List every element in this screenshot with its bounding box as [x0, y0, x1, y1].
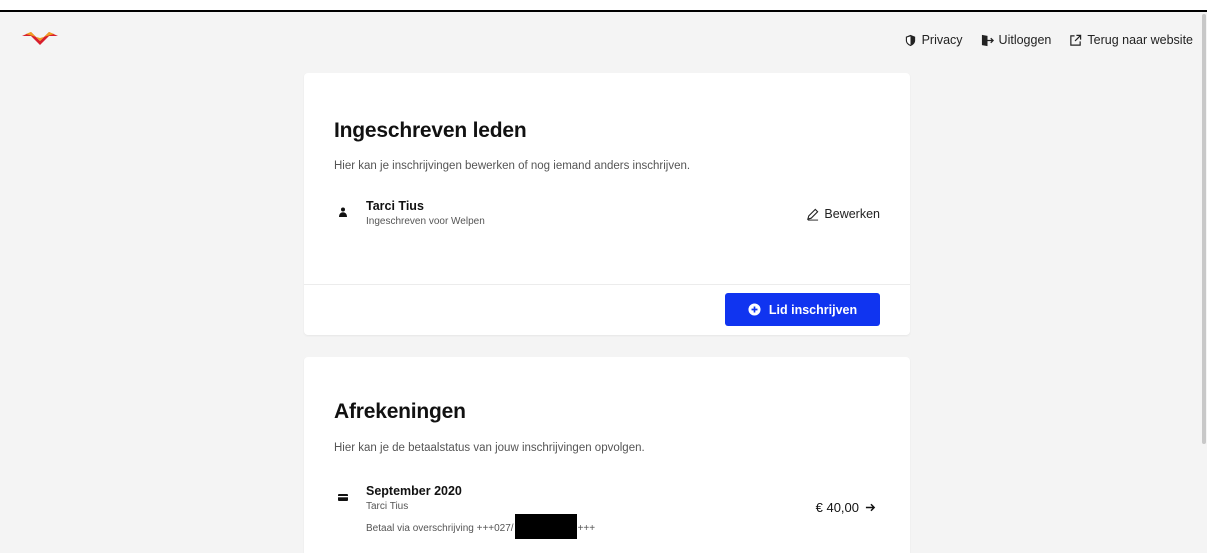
add-member-button[interactable]: Lid inschrijven	[725, 293, 880, 326]
payment-amount: € 40,00	[815, 500, 859, 515]
arrow-right-icon	[865, 503, 876, 512]
member-row: Tarci Tius Ingeschreven voor Welpen Bewe…	[334, 199, 880, 239]
scrollbar[interactable]	[1201, 14, 1207, 553]
back-to-website-label: Terug naar website	[1087, 33, 1193, 47]
logout-icon	[981, 34, 994, 46]
user-icon	[339, 207, 347, 217]
payments-card: Afrekeningen Hier kan je de betaalstatus…	[304, 357, 910, 553]
shield-icon	[905, 34, 915, 46]
scrollbar-thumb[interactable]	[1202, 14, 1206, 444]
members-card-footer: Lid inschrijven	[304, 284, 910, 335]
logout-label: Uitloggen	[998, 33, 1052, 47]
card-icon	[338, 494, 348, 501]
redacted-reference	[514, 514, 577, 539]
payment-instructions: Betaal via overschrijving +++027/ +++	[366, 514, 595, 539]
member-name: Tarci Tius	[366, 199, 424, 213]
members-card: Ingeschreven leden Hier kan je inschrijv…	[304, 73, 910, 335]
external-link-icon	[1070, 34, 1082, 46]
payments-title: Afrekeningen	[334, 400, 466, 423]
member-status: Ingeschreven voor Welpen	[366, 216, 485, 227]
payment-amount-link[interactable]: € 40,00	[816, 500, 876, 515]
payment-member: Tarci Tius	[366, 501, 409, 512]
plus-circle-icon	[748, 303, 761, 316]
browser-edge	[0, 0, 1207, 12]
payments-description: Hier kan je de betaalstatus van jouw ins…	[334, 442, 645, 454]
payment-reference-suffix: +++	[577, 523, 596, 534]
pencil-icon	[807, 208, 819, 221]
back-to-website-link[interactable]: Terug naar website	[1069, 33, 1193, 47]
privacy-link[interactable]: Privacy	[904, 33, 963, 47]
brand-logo-icon[interactable]	[20, 30, 60, 48]
edit-member-label: Bewerken	[824, 207, 880, 221]
top-navigation: Privacy Uitloggen Terug naar website	[904, 33, 1193, 47]
edit-member-button[interactable]: Bewerken	[806, 207, 880, 221]
payment-title: September 2020	[366, 484, 462, 498]
members-title: Ingeschreven leden	[334, 119, 527, 142]
members-description: Hier kan je inschrijvingen bewerken of n…	[334, 160, 691, 172]
payment-reference-prefix: Betaal via overschrijving +++027/	[366, 523, 514, 534]
payment-row[interactable]: September 2020 Tarci Tius Betaal via ove…	[334, 484, 880, 539]
add-member-label: Lid inschrijven	[768, 302, 858, 317]
logout-link[interactable]: Uitloggen	[981, 33, 1052, 47]
privacy-label: Privacy	[921, 33, 963, 47]
